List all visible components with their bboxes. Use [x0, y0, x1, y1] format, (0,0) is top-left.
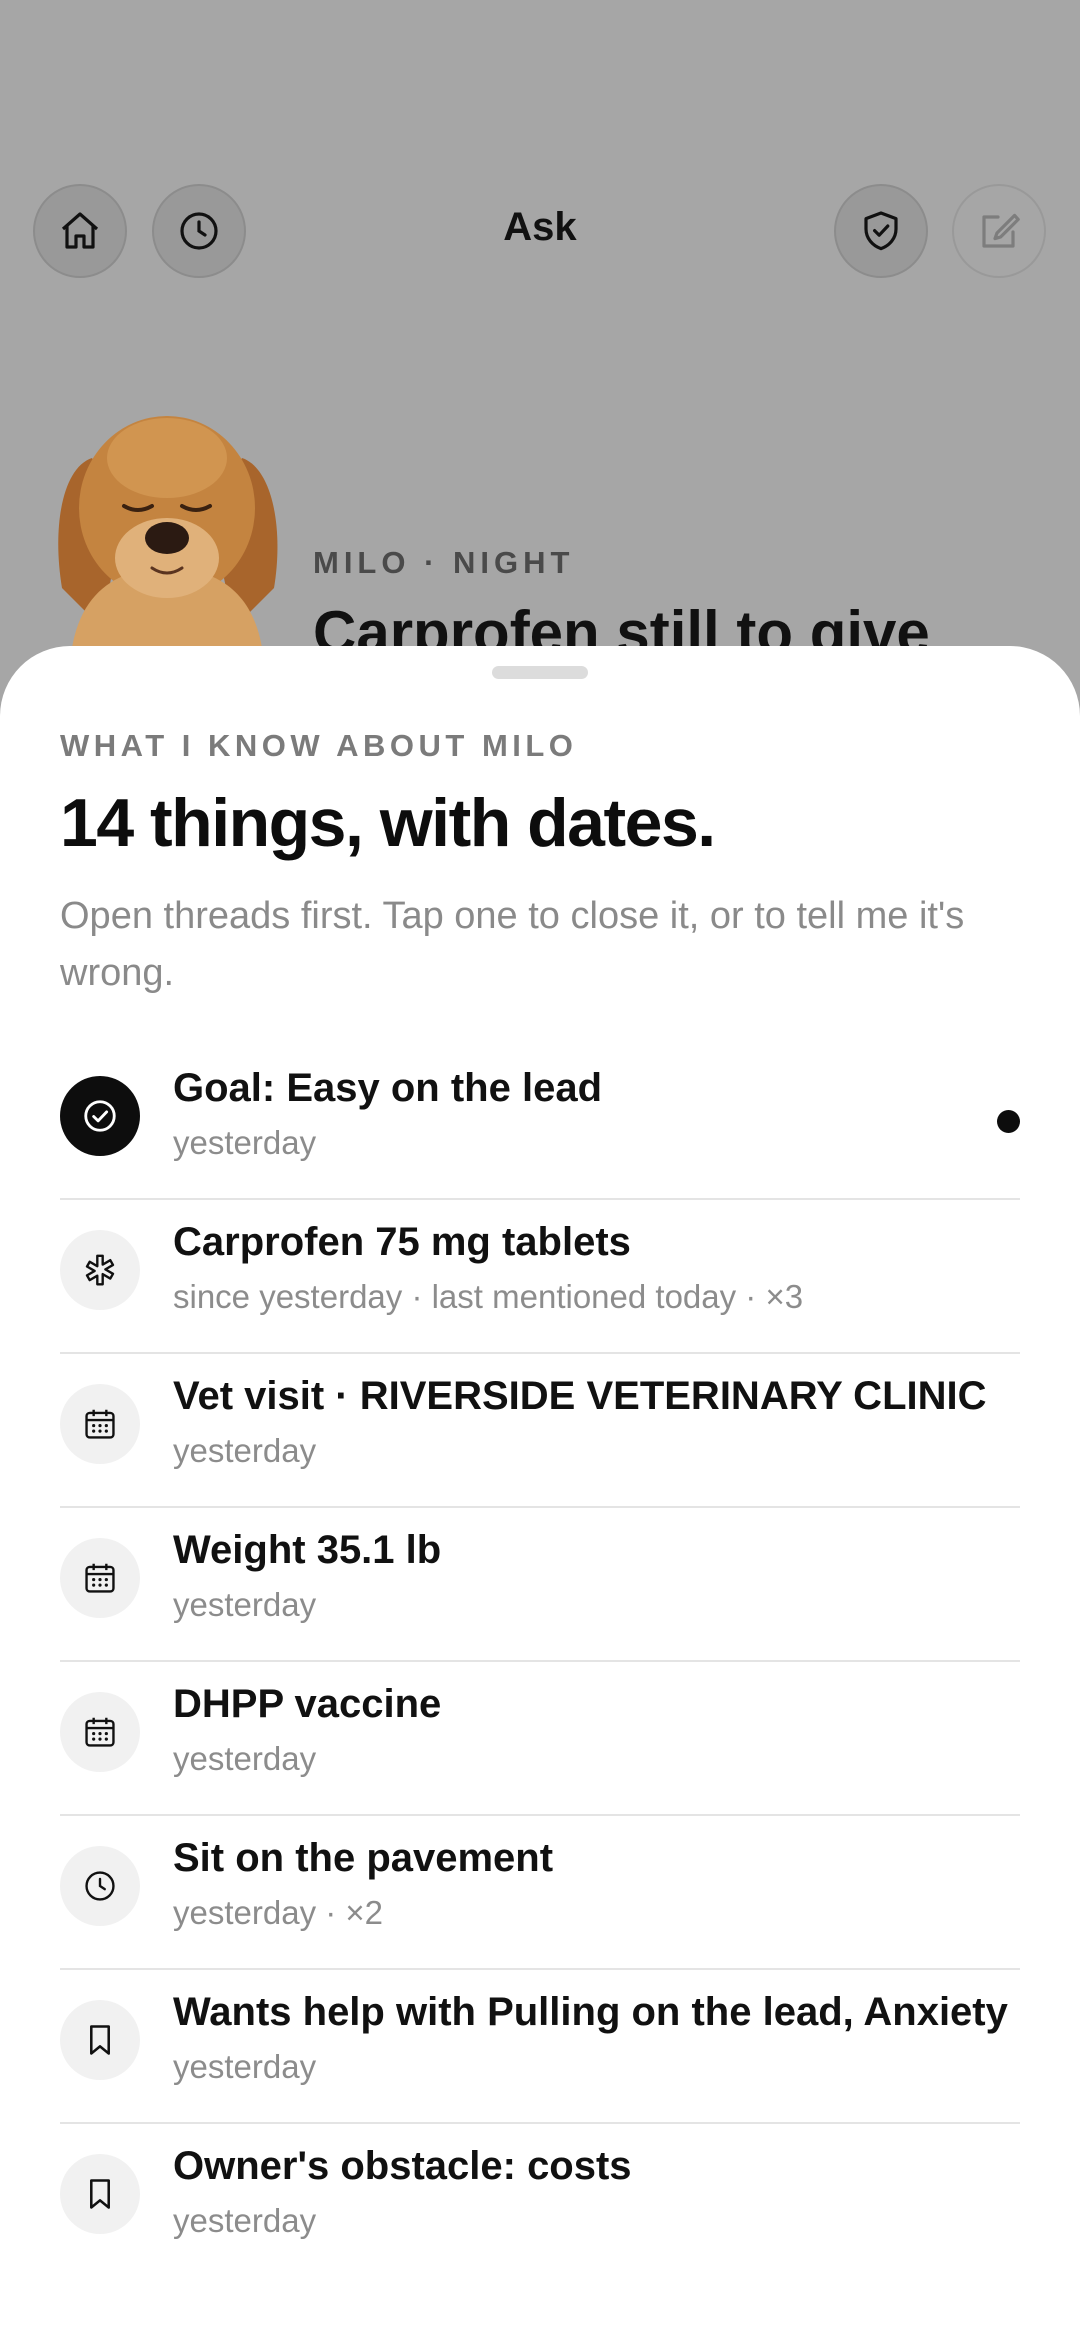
memory-item-title: DHPP vaccine: [173, 1682, 442, 1726]
sheet-eyebrow: WHAT I KNOW ABOUT MILO: [60, 728, 578, 763]
memory-item-meta: yesterday: [173, 1586, 317, 1623]
bookmark-icon: [60, 2000, 140, 2080]
memory-item-vaccine[interactable]: DHPP vaccine yesterday: [60, 1662, 1020, 1816]
memory-item-vet-visit[interactable]: Vet visit · RIVERSIDE VETERINARY CLINIC …: [60, 1354, 1020, 1508]
privacy-button[interactable]: [834, 184, 928, 278]
memory-item-title: Wants help with Pulling on the lead, Anx…: [173, 1990, 1008, 2034]
calendar-icon: [60, 1692, 140, 1772]
bookmark-icon: [60, 2154, 140, 2234]
memory-item-meta: yesterday: [173, 2048, 317, 2085]
memory-item-goal[interactable]: Goal: Easy on the lead yesterday: [60, 1046, 1020, 1200]
medication-icon: [60, 1230, 140, 1310]
calendar-icon: [60, 1384, 140, 1464]
memory-item-title: Vet visit · RIVERSIDE VETERINARY CLINIC: [173, 1374, 987, 1418]
sheet-title: 14 things, with dates.: [60, 785, 716, 861]
memory-item-title: Carprofen 75 mg tablets: [173, 1220, 631, 1264]
sheet-grabber[interactable]: [492, 666, 588, 679]
memory-item-meta: since yesterday · last mentioned today ·…: [173, 1278, 804, 1315]
dog-avatar: [52, 398, 282, 648]
memory-item-meta: yesterday: [173, 1124, 317, 1161]
memory-item-meta: yesterday: [173, 2202, 317, 2239]
background-screen: Ask MILO · NIGHT Carprofen still to give: [0, 0, 1080, 700]
unread-dot: [997, 1110, 1020, 1133]
memory-item-title: Goal: Easy on the lead: [173, 1066, 603, 1110]
memory-item-wants-help[interactable]: Wants help with Pulling on the lead, Anx…: [60, 1970, 1020, 2124]
shield-check-icon: [864, 211, 898, 251]
memory-item-medication[interactable]: Carprofen 75 mg tablets since yesterday …: [60, 1200, 1020, 1354]
compose-icon: [982, 213, 1020, 248]
sheet-subtitle: Open threads first. Tap one to close it,…: [60, 895, 965, 994]
memory-list: Goal: Easy on the lead yesterday Carprof…: [60, 1046, 1020, 2278]
memory-item-meta: yesterday · ×2: [173, 1894, 384, 1931]
memory-item-obstacle[interactable]: Owner's obstacle: costs yesterday: [60, 2124, 1020, 2278]
memory-item-meta: yesterday: [173, 1432, 317, 1469]
check-circle-icon: [60, 1076, 140, 1156]
clock-icon: [60, 1846, 140, 1926]
memory-item-routine[interactable]: Sit on the pavement yesterday · ×2: [60, 1816, 1020, 1970]
calendar-icon: [60, 1538, 140, 1618]
memory-item-meta: yesterday: [173, 1740, 317, 1777]
memory-item-title: Sit on the pavement: [173, 1836, 554, 1880]
context-label: MILO · NIGHT: [313, 545, 575, 580]
memory-sheet: WHAT I KNOW ABOUT MILO 14 things, with d…: [0, 646, 1080, 2340]
memory-item-weight[interactable]: Weight 35.1 lb yesterday: [60, 1508, 1020, 1662]
compose-button[interactable]: [952, 184, 1046, 278]
memory-item-title: Weight 35.1 lb: [173, 1528, 442, 1572]
memory-item-title: Owner's obstacle: costs: [173, 2144, 632, 2188]
